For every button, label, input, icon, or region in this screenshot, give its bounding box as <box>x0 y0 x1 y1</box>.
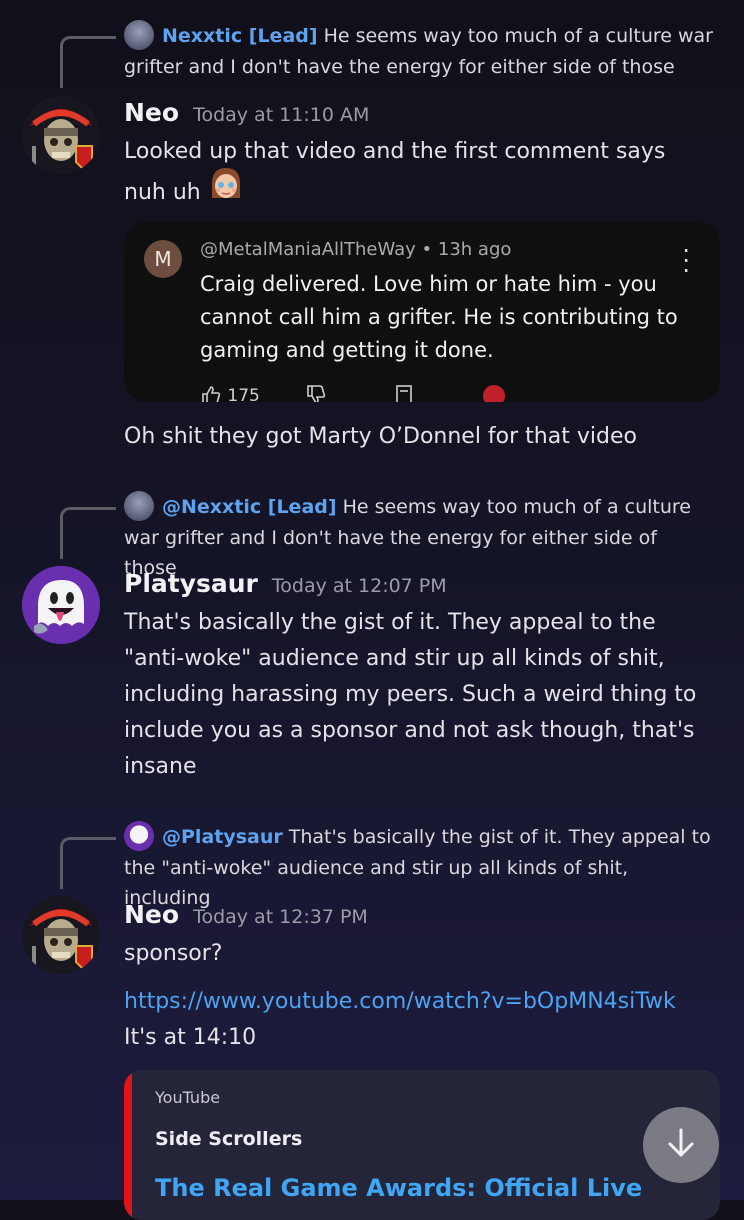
author-name[interactable]: Neo <box>124 900 179 929</box>
message-text: Looked up that video and the first comme… <box>124 139 666 205</box>
timestamp: Today at 12:07 PM <box>271 575 447 597</box>
message-content: https://www.youtube.com/watch?v=bOpMN4si… <box>124 984 714 1056</box>
comment-text: Craig delivered. Love him or hate him - … <box>200 272 678 362</box>
reply-connector <box>60 507 116 559</box>
neo-avatar[interactable] <box>22 896 100 974</box>
timestamp: Today at 12:37 PM <box>193 906 368 928</box>
thumbs-down-icon <box>305 385 332 402</box>
comment-actions: 175 <box>200 384 510 402</box>
platysaur-avatar[interactable] <box>22 566 100 644</box>
message-header: Neo Today at 11:10 AM <box>124 98 369 127</box>
message-text: Oh shit they got Marty O’Donnel for that… <box>124 424 637 449</box>
jump-to-present-button[interactable] <box>643 1107 719 1183</box>
channel-badge-icon <box>480 385 510 402</box>
reply-connector <box>60 837 116 889</box>
nexxtic-mini-avatar <box>124 19 154 50</box>
message-text: sponsor? <box>124 941 223 966</box>
reply-author[interactable]: Nexxtic [Lead] <box>162 25 318 47</box>
embed-accent-bar <box>124 1070 132 1220</box>
thumbs-up-icon <box>200 386 227 402</box>
link-embed[interactable]: YouTube Side Scrollers The Real Game Awa… <box>124 1070 720 1220</box>
message-header: Neo Today at 12:37 PM <box>124 900 368 929</box>
reply-preview[interactable]: Nexxtic [Lead] He seems way too much of a… <box>124 19 714 82</box>
youtube-link[interactable]: https://www.youtube.com/watch?v=bOpMN4si… <box>124 989 676 1014</box>
reply-icon <box>393 385 420 402</box>
like-count: 175 <box>227 386 260 402</box>
emoji-face-icon <box>208 166 244 212</box>
reply-connector <box>60 36 116 88</box>
embed-title[interactable]: The Real Game Awards: Official Live <box>155 1174 642 1202</box>
embed-author[interactable]: Side Scrollers <box>155 1128 302 1150</box>
message-text: That's basically the gist of it. They ap… <box>124 610 697 779</box>
more-options-icon: · · · <box>682 237 690 285</box>
message-header: Platysaur Today at 12:07 PM <box>124 569 447 598</box>
embed-provider: YouTube <box>155 1088 221 1107</box>
arrow-down-icon <box>664 1126 698 1164</box>
timestamp: Today at 11:10 AM <box>193 104 370 126</box>
author-name[interactable]: Platysaur <box>124 569 258 598</box>
commenter-avatar: M <box>144 240 182 278</box>
platysaur-mini-avatar <box>124 820 154 851</box>
message-text: It's at 14:10 <box>124 1025 257 1050</box>
nexxtic-mini-avatar <box>124 490 154 521</box>
author-name[interactable]: Neo <box>124 98 179 127</box>
youtube-comment-image[interactable]: M @MetalManiaAllTheWay • 13h ago · · · Cra… <box>124 222 720 402</box>
neo-avatar[interactable] <box>22 96 100 174</box>
reply-author[interactable]: @Platysaur <box>162 826 283 848</box>
reply-author[interactable]: @Nexxtic [Lead] <box>162 496 337 518</box>
commenter-handle: @MetalManiaAllTheWay • 13h ago <box>200 239 512 260</box>
reply-preview[interactable]: @Platysaur That's basically the gist of i… <box>124 820 714 913</box>
message-content: Looked up that video and the first comme… <box>124 134 704 216</box>
